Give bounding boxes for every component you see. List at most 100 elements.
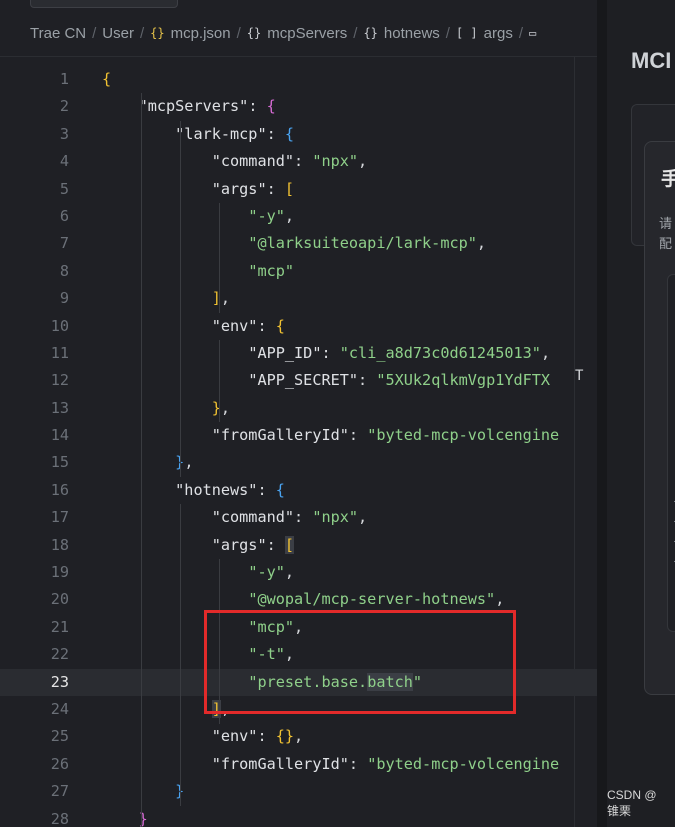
- code-token: "lark-mcp": [175, 124, 267, 143]
- code-line[interactable]: 16 "hotnews": {: [0, 477, 597, 504]
- panel-divider[interactable]: [597, 0, 607, 827]
- code-token: :: [266, 179, 285, 198]
- line-number: 13: [50, 398, 69, 417]
- code-token: ,: [284, 206, 295, 225]
- code-line[interactable]: 17 "command": "npx",: [0, 504, 597, 531]
- code-line[interactable]: 18 "args": [: [0, 532, 597, 559]
- line-number: 7: [59, 234, 69, 253]
- dialog-title: 手: [661, 169, 675, 190]
- breadcrumb-item[interactable]: User: [102, 25, 134, 42]
- code-token: ,: [184, 453, 194, 472]
- code-editor[interactable]: Trae CN / User / {} mcp.json / {} mcpServers / {} h…: [0, 0, 597, 827]
- code-token: :: [294, 152, 313, 171]
- line-number: 8: [59, 261, 69, 280]
- code-line[interactable]: 8 "mcp": [0, 258, 597, 285]
- breadcrumb-item[interactable]: Trae CN: [30, 25, 86, 42]
- dialog-description: 请 配: [659, 214, 672, 254]
- code-line[interactable]: 11 "APP_ID": "cli_a8d73c0d61245013",: [0, 340, 597, 367]
- code-token: "hotnews": [175, 480, 258, 499]
- code-line[interactable]: 4 "command": "npx",: [0, 148, 597, 175]
- code-line[interactable]: 26 "fromGalleryId": "byted-mcp-volcengin…: [0, 751, 597, 778]
- code-token: "-y": [248, 563, 285, 582]
- code-token: ,: [284, 563, 295, 582]
- code-line[interactable]: 25 "env": {},: [0, 723, 597, 750]
- code-token: "@wopal/mcp-server-hotnews": [248, 590, 496, 609]
- code-token: "args": [211, 179, 267, 198]
- code-token: ,: [495, 590, 505, 609]
- code-token: ,: [540, 343, 551, 362]
- code-line[interactable]: 13 },: [0, 395, 597, 422]
- line-number: 11: [50, 343, 69, 362]
- dialog-text-line: 配: [659, 236, 673, 251]
- code-token: ,: [220, 398, 231, 417]
- code-line[interactable]: 28 }: [0, 806, 597, 827]
- code-line[interactable]: 2 "mcpServers": {: [0, 93, 597, 120]
- panel-title: MCI: [631, 48, 672, 73]
- code-line[interactable]: 10 "env": {: [0, 313, 597, 340]
- line-number: 19: [50, 563, 69, 582]
- code-token: "mcp": [248, 261, 295, 280]
- code-token: "byted-mcp-volcengine: [367, 426, 560, 445]
- breadcrumb-item[interactable]: mcp.json: [171, 25, 231, 42]
- line-number: 24: [50, 699, 69, 718]
- line-number: 5: [59, 179, 69, 198]
- line-number: 3: [59, 124, 69, 143]
- indent-guide: [180, 504, 181, 806]
- code-token: "APP_SECRET": [248, 371, 359, 390]
- breadcrumb-item[interactable]: hotnews: [384, 25, 440, 42]
- code-line[interactable]: 9 ],: [0, 285, 597, 312]
- breadcrumb-separator: /: [353, 24, 358, 42]
- code-token: :: [257, 316, 276, 335]
- code-token: "cli_a8d73c0d61245013": [339, 343, 541, 362]
- line-number: 2: [59, 97, 69, 116]
- code-line[interactable]: 19 "-y",: [0, 559, 597, 586]
- code-text: {: [102, 66, 111, 93]
- code-line[interactable]: 1{: [0, 66, 597, 93]
- code-text: "-y",: [102, 203, 294, 230]
- code-line[interactable]: 14 "fromGalleryId": "byted-mcp-volcengin…: [0, 422, 597, 449]
- json-file-icon: {}: [150, 26, 165, 40]
- code-line[interactable]: 5 "args": [: [0, 176, 597, 203]
- json-input-box[interactable]: [667, 274, 675, 632]
- mcp-panel: MCI 手 请 配 CSDN @锥栗: [607, 0, 675, 827]
- code-token: :: [358, 371, 377, 390]
- line-number: 18: [50, 535, 69, 554]
- code-line[interactable]: 15 },: [0, 449, 597, 476]
- breadcrumb-item[interactable]: mcpServers: [267, 25, 347, 42]
- line-number: 26: [50, 754, 69, 773]
- indent-guide: [219, 203, 220, 313]
- code-token: }: [138, 809, 148, 827]
- breadcrumb-divider: [0, 56, 597, 57]
- symbol-icon[interactable]: ▭: [529, 26, 536, 40]
- highlight-box: [204, 610, 516, 714]
- code-line[interactable]: 3 "lark-mcp": {: [0, 121, 597, 148]
- line-number: 10: [50, 316, 69, 335]
- code-line[interactable]: 6 "-y",: [0, 203, 597, 230]
- code-token: "mcpServers": [138, 97, 249, 116]
- code-token: "args": [211, 535, 267, 554]
- code-token: :: [248, 97, 267, 116]
- code-token: "env": [211, 316, 258, 335]
- code-token: "command": [211, 508, 295, 527]
- code-line[interactable]: 7 "@larksuiteoapi/lark-mcp",: [0, 230, 597, 257]
- code-line[interactable]: 27 }: [0, 778, 597, 805]
- line-number: 25: [50, 727, 69, 746]
- code-text: "fromGalleryId": "byted-mcp-volcengine: [102, 422, 559, 449]
- code-line[interactable]: 12 "APP_SECRET": "5XUk2qlkmVgp1YdFTX: [0, 367, 597, 394]
- breadcrumb-item[interactable]: args: [484, 25, 513, 42]
- breadcrumb-separator: /: [236, 24, 241, 42]
- line-number: 14: [50, 426, 69, 445]
- editor-tab[interactable]: [30, 0, 178, 8]
